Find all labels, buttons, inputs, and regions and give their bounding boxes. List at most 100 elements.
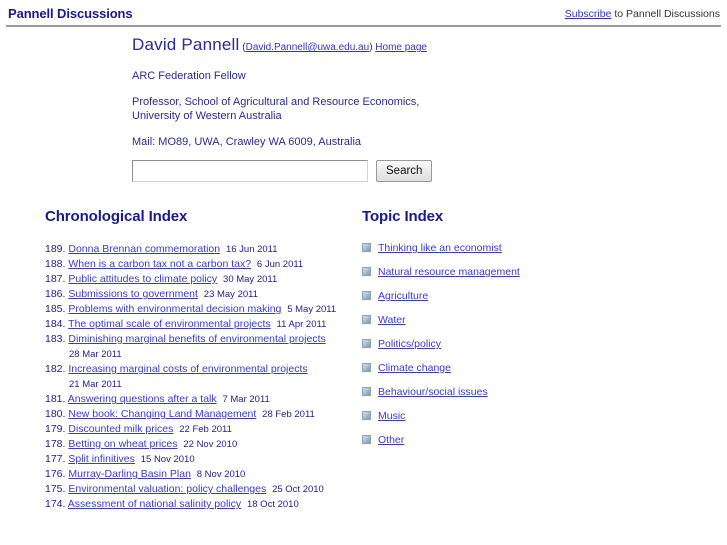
entry-date: 6 Jun 2011 (256, 259, 304, 270)
topic-link[interactable]: Water (378, 314, 406, 327)
entry-number: 187. (45, 273, 66, 285)
entry-date: 16 Jun 2011 (225, 244, 278, 255)
entry-number: 185. (45, 303, 66, 315)
entry-date: 25 Oct 2010 (272, 484, 324, 495)
topic-link[interactable]: Music (378, 410, 405, 423)
entry-date: 8 Nov 2010 (196, 469, 246, 480)
chronological-list-item: 185. Problems with environmental decisio… (45, 302, 355, 317)
entry-title-link[interactable]: Public attitudes to climate policy (68, 273, 217, 285)
square-bullet-icon (362, 387, 371, 396)
subscribe-block: Subscribe to Pannell Discussions (565, 8, 720, 20)
topic-list: Thinking like an economist Natural resour… (362, 242, 685, 447)
topic-list-item: Other (362, 434, 685, 447)
chronological-list-item: 180. New book: Changing Land Management … (45, 407, 355, 422)
chronological-list-item: 179. Discounted milk prices 22 Feb 2011 (45, 422, 355, 437)
home-page-link[interactable]: Home page (375, 42, 427, 53)
entry-number: 189. (45, 243, 66, 255)
square-bullet-icon (362, 267, 371, 276)
entry-title-link[interactable]: Donna Brennan commemoration (68, 243, 220, 255)
entry-date: 5 May 2011 (287, 304, 337, 315)
chronological-list-item: 183. Diminishing marginal benefits of en… (45, 332, 355, 362)
topic-link[interactable]: Agriculture (378, 290, 428, 303)
chronological-list-item: 189. Donna Brennan commemoration 16 Jun … (45, 242, 355, 257)
topic-link[interactable]: Other (378, 434, 404, 447)
topic-list-item: Agriculture (362, 290, 685, 303)
topic-list-item: Thinking like an economist (362, 242, 685, 255)
entry-title-link[interactable]: Problems with environmental decision mak… (68, 303, 281, 315)
entry-date: 21 Mar 2011 (69, 379, 122, 390)
square-bullet-icon (362, 435, 371, 444)
chronological-list-item: 178. Betting on wheat prices 22 Nov 2010 (45, 437, 355, 452)
entry-title-link[interactable]: Murray-Darling Basin Plan (68, 468, 191, 480)
topic-index-heading: Topic Index (362, 208, 444, 225)
entry-title-link[interactable]: Submissions to government (68, 288, 198, 300)
entry-title-link[interactable]: Discounted milk prices (68, 423, 173, 435)
entry-number: 182. (45, 363, 66, 375)
author-email-link[interactable]: David.Pannell@uwa.edu.au (246, 42, 370, 53)
entry-number: 176. (45, 468, 66, 480)
square-bullet-icon (362, 339, 371, 348)
entry-number: 188. (45, 258, 66, 270)
entry-title-link[interactable]: When is a carbon tax not a carbon tax? (68, 258, 251, 270)
entry-number: 175. (45, 483, 66, 495)
entry-title-link[interactable]: Environmental valuation: policy challeng… (68, 483, 266, 495)
topic-list-item: Politics/policy (362, 338, 685, 351)
chronological-list-item: 182. Increasing marginal costs of enviro… (45, 362, 355, 392)
entry-number: 180. (45, 408, 66, 420)
entry-number: 184. (45, 318, 66, 330)
author-affiliation-block: ARC Federation Fellow Professor, School … (132, 69, 727, 149)
square-bullet-icon (362, 363, 371, 372)
entry-date: 23 May 2011 (203, 289, 259, 300)
topic-link[interactable]: Natural resource management (378, 266, 520, 279)
square-bullet-icon (362, 411, 371, 420)
entry-date: 7 Mar 2011 (222, 394, 270, 405)
affiliation-line-1: ARC Federation Fellow (132, 70, 246, 82)
entry-date: 11 Apr 2011 (276, 319, 327, 330)
entry-title-link[interactable]: Increasing marginal costs of environment… (68, 363, 307, 375)
affiliation-line-3: Mail: MO89, UWA, Crawley WA 6009, Austra… (132, 136, 362, 148)
entry-title-link[interactable]: The optimal scale of environmental proje… (68, 318, 271, 330)
topic-list-item: Behaviour/social issues (362, 386, 685, 399)
topic-link[interactable]: Politics/policy (378, 338, 441, 351)
entry-title-link[interactable]: Betting on wheat prices (68, 438, 177, 450)
chronological-index-heading: Chronological Index (45, 208, 188, 225)
chronological-list-item: 187. Public attitudes to climate policy … (45, 272, 355, 287)
entry-date: 15 Nov 2010 (140, 454, 195, 465)
page-title: Pannell Discussions (8, 6, 133, 21)
author-contact: (David.Pannell@uwa.edu.au) Home page (240, 42, 427, 53)
entry-date: 22 Nov 2010 (183, 439, 238, 450)
topic-index-column: Topic Index Thinking like an economist Na… (355, 208, 685, 458)
entry-title-link[interactable]: Answering questions after a talk (68, 393, 217, 405)
square-bullet-icon (362, 315, 371, 324)
topic-link[interactable]: Climate change (378, 362, 451, 375)
chronological-list-item: 181. Answering questions after a talk 7 … (45, 392, 355, 407)
entry-number: 186. (45, 288, 66, 300)
entry-title-link[interactable]: Diminishing marginal benefits of environ… (68, 333, 325, 345)
index-columns: Chronological Index 189. Donna Brennan c… (0, 208, 727, 512)
topic-list-item: Music (362, 410, 685, 423)
entry-number: 179. (45, 423, 66, 435)
subscribe-link[interactable]: Subscribe (565, 8, 612, 20)
author-name-row: David Pannell (David.Pannell@uwa.edu.au)… (132, 35, 727, 55)
entry-title-link[interactable]: Split infinitives (68, 453, 135, 465)
topic-list-item: Water (362, 314, 685, 327)
entry-number: 177. (45, 453, 66, 465)
search-area: Search (132, 160, 727, 182)
search-button[interactable]: Search (376, 160, 433, 182)
chronological-list-item: 174. Assessment of national salinity pol… (45, 497, 355, 512)
entry-title-link[interactable]: New book: Changing Land Management (68, 408, 256, 420)
search-input[interactable] (132, 160, 368, 182)
author-name: David Pannell (132, 35, 240, 54)
chronological-list-item: 188. When is a carbon tax not a carbon t… (45, 257, 355, 272)
entry-date: 22 Feb 2011 (179, 424, 232, 435)
square-bullet-icon (362, 243, 371, 252)
square-bullet-icon (362, 291, 371, 300)
chronological-list-item: 177. Split infinitives 15 Nov 2010 (45, 452, 355, 467)
subscribe-suffix-text: to Pannell Discussions (611, 8, 720, 20)
topic-link[interactable]: Behaviour/social issues (378, 386, 488, 399)
entry-title-link[interactable]: Assessment of national salinity policy (68, 498, 241, 510)
topic-link[interactable]: Thinking like an economist (378, 242, 502, 255)
author-area: David Pannell (David.Pannell@uwa.edu.au)… (0, 27, 727, 182)
site-header: Pannell Discussions Subscribe to Pannell… (0, 0, 727, 22)
chronological-list: 189. Donna Brennan commemoration 16 Jun … (45, 242, 355, 512)
